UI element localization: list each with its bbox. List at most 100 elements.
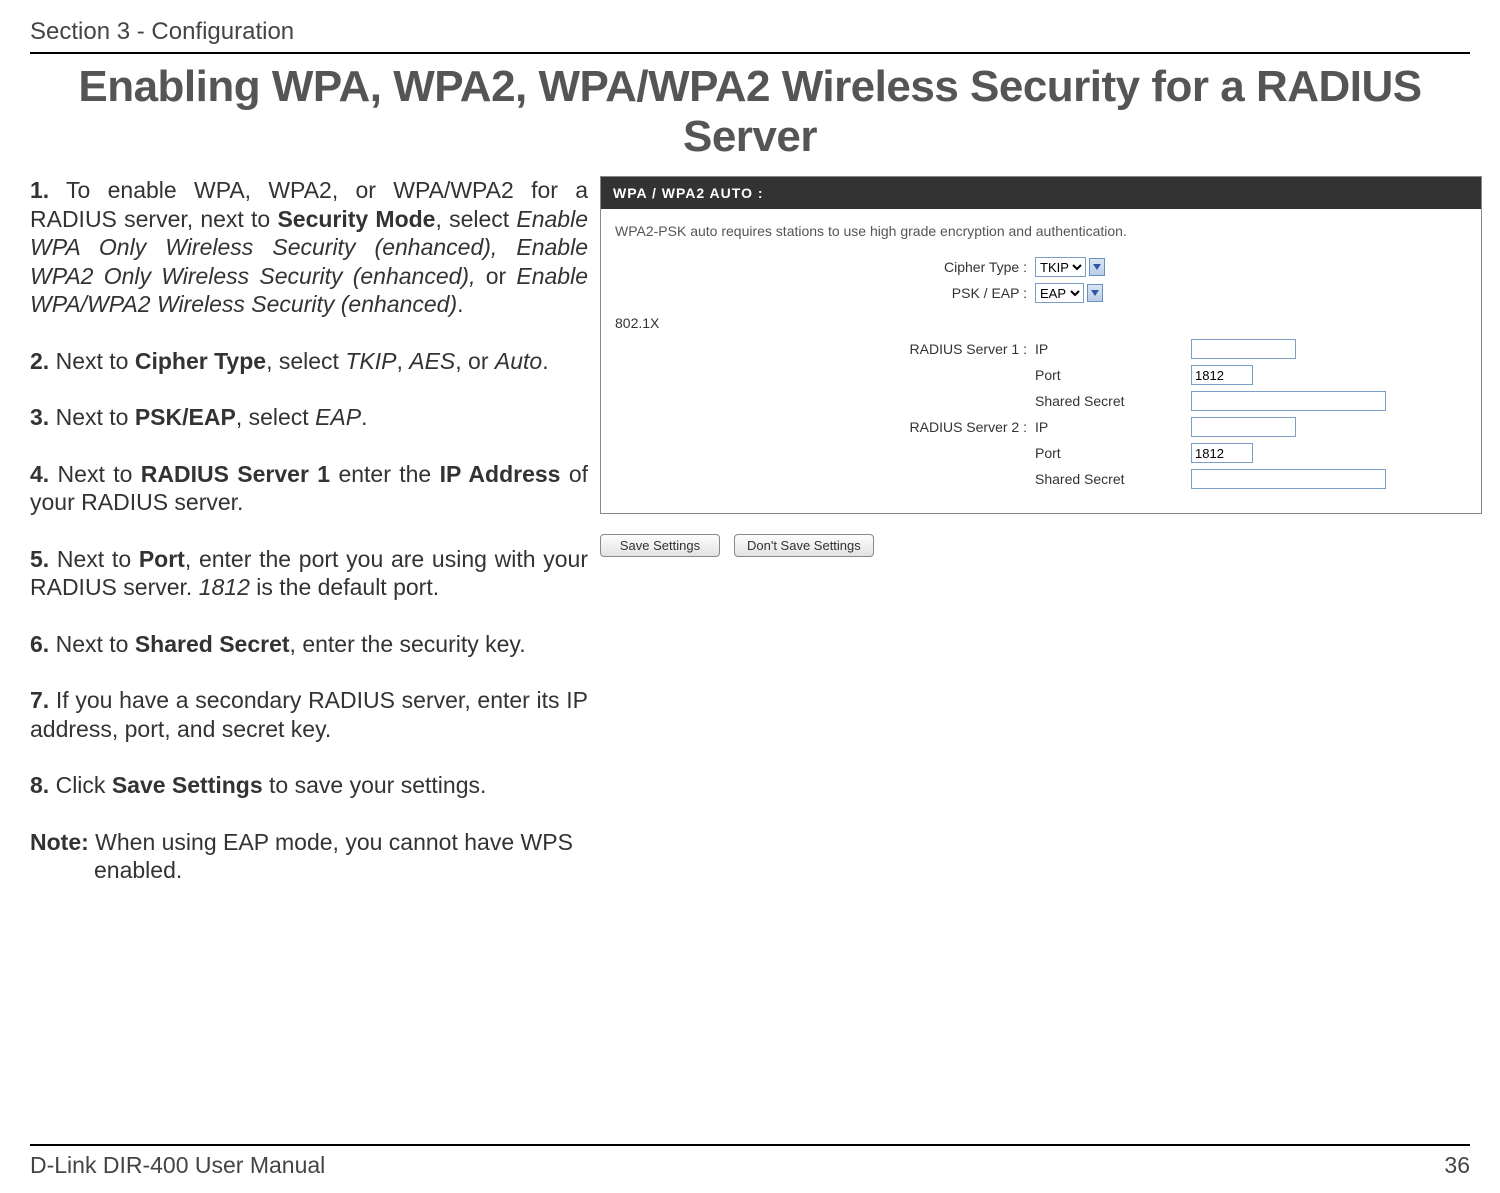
text-bold: Shared Secret xyxy=(135,631,290,657)
text: Next to xyxy=(49,631,135,657)
psk-eap-label: PSK / EAP : xyxy=(855,285,1035,301)
text: , select xyxy=(266,348,345,374)
radius1-port-input[interactable] xyxy=(1191,365,1253,385)
radius2-secret-row: Shared Secret xyxy=(855,469,1467,489)
port-label: Port xyxy=(1035,445,1185,461)
text-bold: IP Address xyxy=(440,461,561,487)
panel-description: WPA2-PSK auto requires stations to use h… xyxy=(615,223,1467,239)
text-bold: Port xyxy=(139,546,185,572)
text: , select xyxy=(236,404,315,430)
radius2-port-row: Port xyxy=(855,443,1467,463)
text: is the default port. xyxy=(250,574,439,600)
text: . xyxy=(457,291,463,317)
step-5: 5. Next to Port, enter the port you are … xyxy=(30,545,588,602)
step-number: 2. xyxy=(30,348,49,374)
text-bold: PSK/EAP xyxy=(135,404,236,430)
secret-label: Shared Secret xyxy=(1035,393,1185,409)
step-3: 3. Next to PSK/EAP, select EAP. xyxy=(30,403,588,432)
chevron-down-icon xyxy=(1087,284,1103,302)
bottom-divider xyxy=(30,1144,1470,1146)
footer-left: D-Link DIR-400 User Manual xyxy=(30,1152,325,1179)
text: Next to xyxy=(49,348,135,374)
text: When using EAP mode, you cannot have WPS xyxy=(89,829,573,855)
text: Next to xyxy=(49,461,141,487)
text: enabled. xyxy=(30,856,588,885)
text-bold: Security Mode xyxy=(277,206,435,232)
page-number: 36 xyxy=(1444,1152,1470,1179)
step-number: 3. xyxy=(30,404,49,430)
step-number: 4. xyxy=(30,461,49,487)
note: Note: When using EAP mode, you cannot ha… xyxy=(30,828,588,885)
text: , enter the security key. xyxy=(290,631,526,657)
text: Next to xyxy=(49,546,139,572)
note-label: Note: xyxy=(30,829,89,855)
cipher-type-label: Cipher Type : xyxy=(855,259,1035,275)
step-6: 6. Next to Shared Secret, enter the secu… xyxy=(30,630,588,659)
text-bold: Save Settings xyxy=(112,772,263,798)
step-7: 7. If you have a secondary RADIUS server… xyxy=(30,686,588,743)
text-italic: EAP xyxy=(315,404,361,430)
step-number: 6. xyxy=(30,631,49,657)
radius1-ip-input[interactable] xyxy=(1191,339,1296,359)
radius1-secret-row: Shared Secret xyxy=(855,391,1467,411)
radius2-ip-input[interactable] xyxy=(1191,417,1296,437)
text-italic: 1812 xyxy=(199,574,250,600)
radius-area: RADIUS Server 1 : IP Port xyxy=(615,339,1467,489)
step-4: 4. Next to RADIUS Server 1 enter the IP … xyxy=(30,460,588,517)
cipher-type-select[interactable]: TKIP xyxy=(1035,257,1086,277)
radius1-label: RADIUS Server 1 : xyxy=(855,341,1035,357)
psk-eap-select[interactable]: EAP xyxy=(1035,283,1084,303)
text: Click xyxy=(49,772,112,798)
screenshot-panel-wrap: WPA / WPA2 AUTO : WPA2-PSK auto requires… xyxy=(600,176,1470,913)
text: , select xyxy=(435,206,516,232)
radius2-secret-input[interactable] xyxy=(1191,469,1386,489)
radius1-ip-row: RADIUS Server 1 : IP xyxy=(855,339,1467,359)
radius1-secret-input[interactable] xyxy=(1191,391,1386,411)
step-8: 8. Click Save Settings to save your sett… xyxy=(30,771,588,800)
eight02-1x-label: 802.1X xyxy=(615,315,1467,331)
ip-label: IP xyxy=(1035,419,1185,435)
text: If you have a secondary RADIUS server, e… xyxy=(30,687,588,742)
radius2-port-input[interactable] xyxy=(1191,443,1253,463)
page-title: Enabling WPA, WPA2, WPA/WPA2 Wireless Se… xyxy=(30,62,1470,162)
text: , or xyxy=(455,348,495,374)
text: enter the xyxy=(330,461,440,487)
text: Next to xyxy=(49,404,135,430)
text-bold: RADIUS Server 1 xyxy=(141,461,330,487)
port-label: Port xyxy=(1035,367,1185,383)
text: . xyxy=(361,404,367,430)
instructions-column: 1. To enable WPA, WPA2, or WPA/WPA2 for … xyxy=(30,176,588,913)
panel-body: WPA2-PSK auto requires stations to use h… xyxy=(601,209,1481,513)
text-italic: AES xyxy=(409,348,455,374)
step-2: 2. Next to Cipher Type, select TKIP, AES… xyxy=(30,347,588,376)
panel-title: WPA / WPA2 AUTO : xyxy=(601,177,1481,209)
step-number: 5. xyxy=(30,546,49,572)
text: or xyxy=(475,263,516,289)
ip-label: IP xyxy=(1035,341,1185,357)
step-number: 1. xyxy=(30,177,49,203)
page-footer: D-Link DIR-400 User Manual 36 xyxy=(30,1144,1470,1179)
cipher-type-row: Cipher Type : TKIP xyxy=(855,257,1467,277)
radius1-port-row: Port xyxy=(855,365,1467,385)
text: . xyxy=(542,348,548,374)
radius2-label: RADIUS Server 2 : xyxy=(855,419,1035,435)
button-row: Save Settings Don't Save Settings xyxy=(600,534,1470,557)
config-panel: WPA / WPA2 AUTO : WPA2-PSK auto requires… xyxy=(600,176,1482,514)
save-settings-button[interactable]: Save Settings xyxy=(600,534,720,557)
text: to save your settings. xyxy=(263,772,487,798)
dont-save-settings-button[interactable]: Don't Save Settings xyxy=(734,534,874,557)
radius2-ip-row: RADIUS Server 2 : IP xyxy=(855,417,1467,437)
top-divider xyxy=(30,52,1470,54)
content-row: 1. To enable WPA, WPA2, or WPA/WPA2 for … xyxy=(30,176,1470,913)
step-1: 1. To enable WPA, WPA2, or WPA/WPA2 for … xyxy=(30,176,588,319)
secret-label: Shared Secret xyxy=(1035,471,1185,487)
text-bold: Cipher Type xyxy=(135,348,266,374)
form-area: Cipher Type : TKIP PSK / EAP : EAP xyxy=(615,257,1467,303)
step-number: 7. xyxy=(30,687,49,713)
text-italic: TKIP xyxy=(345,348,396,374)
text-italic: Auto xyxy=(495,348,542,374)
psk-eap-row: PSK / EAP : EAP xyxy=(855,283,1467,303)
section-header: Section 3 - Configuration xyxy=(30,18,1470,46)
text: , xyxy=(396,348,409,374)
chevron-down-icon xyxy=(1089,258,1105,276)
